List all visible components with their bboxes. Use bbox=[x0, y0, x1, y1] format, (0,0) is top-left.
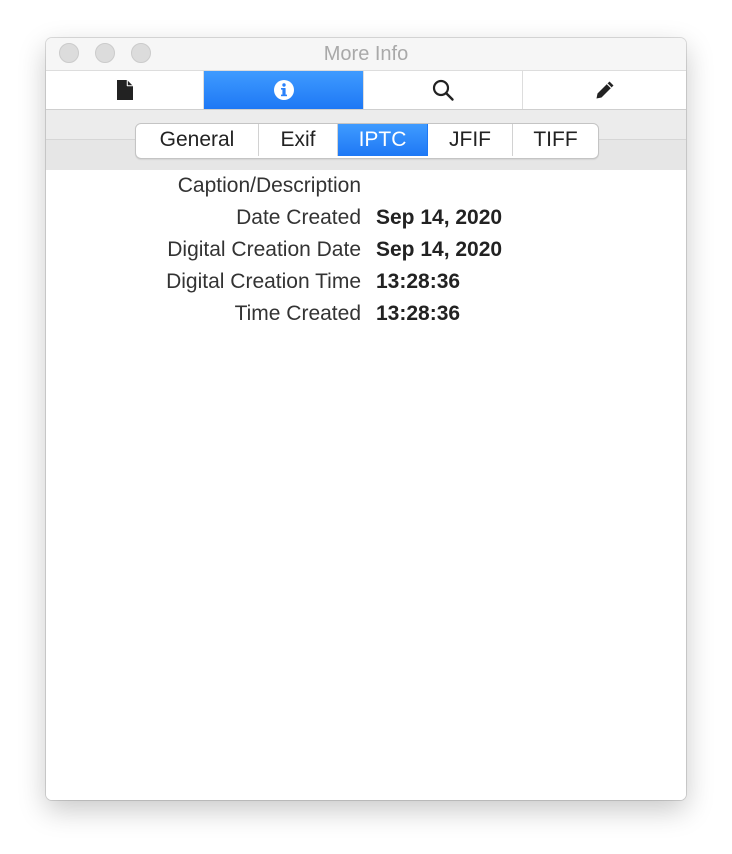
property-row: Time Created 13:28:36 bbox=[46, 298, 686, 330]
property-row: Date Created Sep 14, 2020 bbox=[46, 202, 686, 234]
tab-more-info[interactable] bbox=[204, 71, 364, 109]
segment-exif[interactable]: Exif bbox=[259, 124, 338, 156]
property-value: Sep 14, 2020 bbox=[376, 238, 503, 261]
segment-iptc[interactable]: IPTC bbox=[338, 124, 428, 156]
tab-keywords[interactable] bbox=[364, 71, 523, 109]
property-label: Digital Creation Date bbox=[167, 238, 361, 261]
tab-annotations[interactable] bbox=[523, 71, 686, 109]
property-row: Digital Creation Time 13:28:36 bbox=[46, 266, 686, 298]
search-icon bbox=[431, 78, 455, 102]
tab-general-info[interactable] bbox=[46, 71, 204, 109]
pencil-icon bbox=[594, 79, 616, 101]
properties-list: Caption/Description Date Created Sep 14,… bbox=[46, 170, 686, 800]
more-info-window: More Info General Exif IPTC JFIF TIFF Ca… bbox=[46, 38, 686, 800]
property-value: Sep 14, 2020 bbox=[376, 206, 503, 229]
document-icon bbox=[116, 79, 134, 101]
property-row: Digital Creation Date Sep 14, 2020 bbox=[46, 234, 686, 266]
title-bar: More Info bbox=[46, 38, 686, 70]
inspector-toolbar bbox=[46, 70, 686, 110]
segment-jfif[interactable]: JFIF bbox=[428, 124, 513, 156]
property-label: Time Created bbox=[234, 302, 361, 325]
segment-tiff[interactable]: TIFF bbox=[513, 124, 598, 156]
property-label: Caption/Description bbox=[177, 174, 361, 197]
info-icon bbox=[273, 79, 295, 101]
segment-general[interactable]: General bbox=[136, 124, 259, 156]
property-label: Digital Creation Time bbox=[166, 270, 361, 293]
property-value: 13:28:36 bbox=[376, 270, 461, 293]
metadata-tabs-bar: General Exif IPTC JFIF TIFF bbox=[46, 110, 686, 170]
property-value: 13:28:36 bbox=[376, 302, 461, 325]
property-label: Date Created bbox=[236, 206, 361, 229]
metadata-segmented-control: General Exif IPTC JFIF TIFF bbox=[135, 123, 599, 159]
property-row: Caption/Description bbox=[46, 170, 686, 202]
window-title: More Info bbox=[323, 43, 409, 65]
